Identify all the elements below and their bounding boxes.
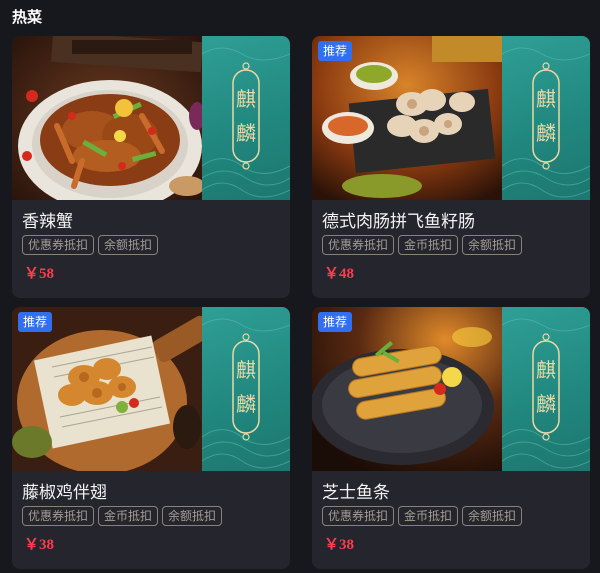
dish-name: 香辣蟹 <box>22 212 73 232</box>
tag-balance: 余额抵扣 <box>98 235 159 255</box>
dish-card[interactable]: 推荐 麒麟 德式肉肠拼飞鱼籽肠 优惠券抵扣 金币抵扣 余额抵扣 ￥48 <box>312 36 590 298</box>
brand-char: 麒 <box>536 358 556 382</box>
tag-coin: 金币抵扣 <box>398 235 459 255</box>
dish-tags: 优惠券抵扣 金币抵扣 余额抵扣 <box>22 506 223 526</box>
dish-price: ￥58 <box>24 266 55 282</box>
brand-char: 麒 <box>536 87 556 111</box>
dish-photo: 推荐 <box>312 307 502 471</box>
dish-name: 德式肉肠拼飞鱼籽肠 <box>322 212 475 232</box>
dish-price: ￥48 <box>324 266 355 282</box>
tag-balance: 余额抵扣 <box>462 506 523 526</box>
brand-char: 麟 <box>536 392 556 416</box>
tag-balance: 余额抵扣 <box>162 506 223 526</box>
recommend-badge: 推荐 <box>318 41 353 61</box>
brand-panel: 麒麟 <box>202 36 290 200</box>
tag-coupon: 优惠券抵扣 <box>322 506 395 526</box>
dish-card[interactable]: 推荐 麒麟 藤椒鸡伴翅 优惠券抵扣 金币抵扣 余额抵扣 ￥38 <box>12 307 290 569</box>
brand-panel: 麒麟 <box>502 307 590 471</box>
dish-photo <box>12 36 202 200</box>
tag-coupon: 优惠券抵扣 <box>22 235 95 255</box>
section-title: 热菜 <box>12 8 43 26</box>
dish-tags: 优惠券抵扣 金币抵扣 余额抵扣 <box>322 506 523 526</box>
recommend-badge: 推荐 <box>18 312 53 332</box>
tag-coin: 金币抵扣 <box>398 506 459 526</box>
dish-name: 藤椒鸡伴翅 <box>22 483 107 503</box>
brand-panel: 麒麟 <box>502 36 590 200</box>
brand-char: 麟 <box>236 392 256 416</box>
dish-grid: 麒麟 香辣蟹 优惠券抵扣 余额抵扣 ￥58 推荐 麒 麟 德式肉肠拼飞鱼籽肠 优… <box>12 36 592 572</box>
dish-price: ￥38 <box>324 537 355 553</box>
brand-panel: 麒麟 <box>202 307 290 471</box>
dish-tags: 优惠券抵扣 金币抵扣 余额抵扣 <box>322 235 523 255</box>
dish-price: ￥38 <box>24 537 55 553</box>
brand-char: 麒 <box>236 87 256 111</box>
dish-photo: 推荐 <box>12 307 202 471</box>
dish-tags: 优惠券抵扣 余额抵扣 <box>22 235 159 255</box>
tag-coupon: 优惠券抵扣 <box>322 235 395 255</box>
dish-card[interactable]: 推荐 麒麟 芝士鱼条 优惠券抵扣 金币抵扣 余额抵扣 ￥38 <box>312 307 590 569</box>
brand-char: 麟 <box>236 121 256 145</box>
dish-card[interactable]: 麒麟 香辣蟹 优惠券抵扣 余额抵扣 ￥58 <box>12 36 290 298</box>
brand-char: 麟 <box>536 121 556 145</box>
dish-photo: 推荐 <box>312 36 502 200</box>
brand-char: 麒 <box>236 358 256 382</box>
dish-name: 芝士鱼条 <box>322 483 390 503</box>
tag-coin: 金币抵扣 <box>98 506 159 526</box>
tag-coupon: 优惠券抵扣 <box>22 506 95 526</box>
recommend-badge: 推荐 <box>318 312 353 332</box>
tag-balance: 余额抵扣 <box>462 235 523 255</box>
